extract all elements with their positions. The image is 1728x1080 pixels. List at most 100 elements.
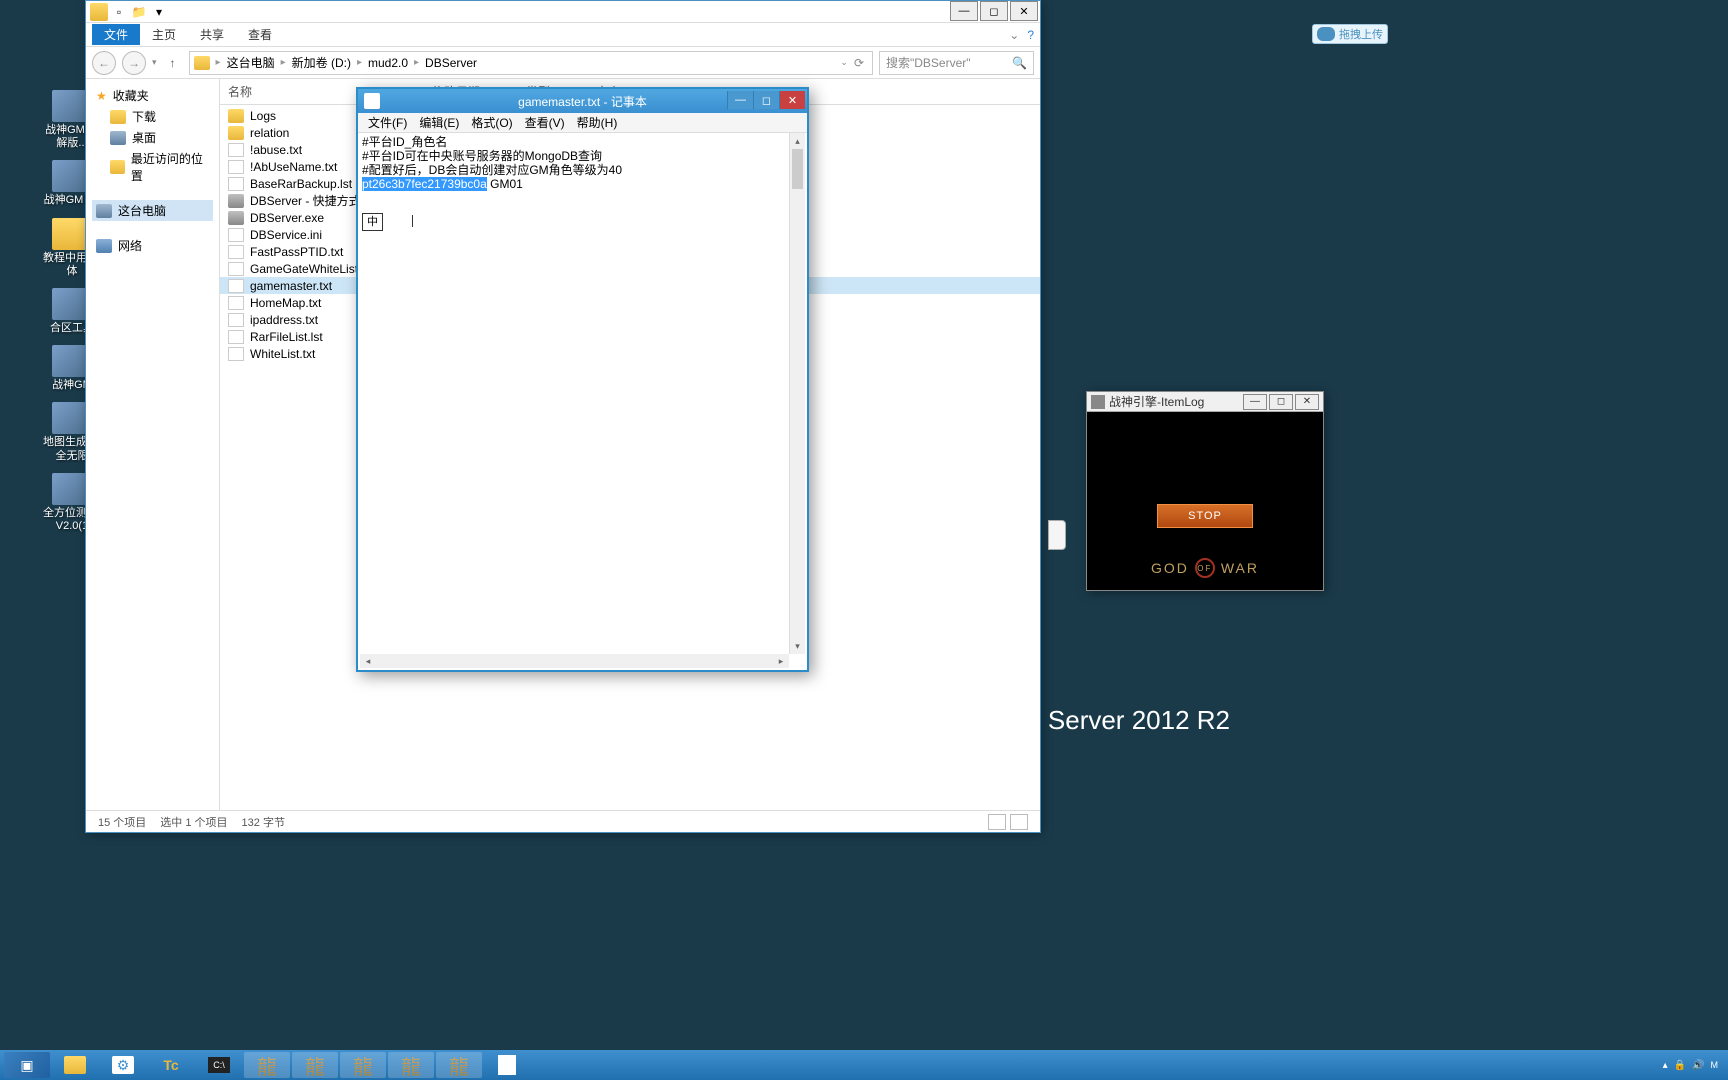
upload-widget[interactable]: 拖拽上传 — [1312, 24, 1388, 44]
sidebar-label: 收藏夹 — [113, 87, 149, 104]
view-details-icon[interactable] — [988, 814, 1006, 830]
menu-format[interactable]: 格式(O) — [465, 114, 518, 131]
notepad-titlebar[interactable]: gamemaster.txt - 记事本 — ◻ ✕ — [358, 89, 807, 113]
minimize-button[interactable]: — — [727, 91, 753, 109]
properties-icon[interactable]: ▫ — [110, 3, 128, 21]
stop-button[interactable]: STOP — [1157, 504, 1253, 528]
scrollbar-thumb[interactable] — [792, 149, 803, 189]
breadcrumb-sep[interactable]: ▸ — [357, 57, 362, 68]
sidebar-label: 最近访问的位置 — [131, 150, 209, 184]
start-button[interactable]: ▣ — [4, 1052, 50, 1078]
taskbar-dragon-app[interactable]: 龍 — [340, 1052, 386, 1078]
slide-handle[interactable] — [1048, 520, 1066, 550]
nav-up-button[interactable]: ↑ — [163, 53, 183, 73]
taskbar-app[interactable]: Tc — [148, 1052, 194, 1078]
breadcrumb-sep[interactable]: ▸ — [216, 57, 221, 68]
refresh-icon[interactable]: ⟳ — [850, 56, 868, 70]
close-button[interactable]: ✕ — [779, 91, 805, 109]
sidebar-favorites[interactable]: ★ 收藏夹 — [92, 85, 213, 106]
nav-back-button[interactable]: ← — [92, 51, 116, 75]
vertical-scrollbar[interactable]: ▴ ▾ — [789, 133, 805, 654]
itemlog-titlebar[interactable]: 战神引擎-ItemLog — ◻ ✕ — [1087, 392, 1323, 412]
sidebar-network[interactable]: 网络 — [92, 235, 213, 256]
taskbar-dragon-app[interactable]: 龍 — [292, 1052, 338, 1078]
maximize-button[interactable]: ◻ — [980, 1, 1008, 21]
view-tiles-icon[interactable] — [1010, 814, 1028, 830]
search-input[interactable]: 搜索"DBServer" 🔍 — [879, 51, 1034, 75]
taskbar-app[interactable]: ⚙ — [100, 1052, 146, 1078]
notepad-textarea[interactable]: #平台ID_角色名 #平台ID可在中央账号服务器的MongoDB查询 #配置好后… — [358, 133, 807, 654]
selected-text: pt26c3b7fec21739bc0a — [362, 177, 487, 191]
scroll-left-icon[interactable]: ◂ — [360, 654, 376, 668]
sidebar-label: 下载 — [132, 108, 156, 125]
file-name: ipaddress.txt — [250, 313, 318, 327]
folder-icon — [228, 109, 244, 123]
taskbar-dragon-app[interactable]: 龍 — [244, 1052, 290, 1078]
status-size: 132 字节 — [242, 814, 285, 830]
breadcrumb-sep[interactable]: ▸ — [281, 57, 286, 68]
tray-icon[interactable]: 🔒 — [1674, 1060, 1686, 1071]
close-button[interactable]: ✕ — [1295, 394, 1319, 410]
star-icon: ★ — [96, 89, 107, 103]
close-button[interactable]: ✕ — [1010, 1, 1038, 21]
file-name: WhiteList.txt — [250, 347, 315, 361]
scroll-down-icon[interactable]: ▾ — [790, 638, 805, 654]
breadcrumb-item[interactable]: mud2.0 — [364, 56, 412, 70]
breadcrumb-sep[interactable]: ▸ — [414, 57, 419, 68]
sidebar-label: 这台电脑 — [118, 202, 166, 219]
ribbon-tab-share[interactable]: 共享 — [188, 24, 236, 45]
nav-history-dropdown[interactable]: ▾ — [152, 57, 157, 68]
breadcrumb[interactable]: ▸ 这台电脑 ▸ 新加卷 (D:) ▸ mud2.0 ▸ DBServer ⌄ … — [189, 51, 873, 75]
cloud-icon — [1317, 27, 1335, 41]
scroll-up-icon[interactable]: ▴ — [790, 133, 805, 149]
file-name: FastPassPTID.txt — [250, 245, 343, 259]
maximize-button[interactable]: ◻ — [753, 91, 779, 109]
search-placeholder: 搜索"DBServer" — [886, 54, 971, 71]
breadcrumb-item[interactable]: 这台电脑 — [223, 54, 279, 71]
menu-edit[interactable]: 编辑(E) — [413, 114, 465, 131]
menu-view[interactable]: 查看(V) — [519, 114, 571, 131]
sidebar-downloads[interactable]: 下载 — [92, 106, 213, 127]
menu-help[interactable]: 帮助(H) — [571, 114, 624, 131]
breadcrumb-dropdown[interactable]: ⌄ — [840, 57, 848, 68]
minimize-button[interactable]: — — [950, 1, 978, 21]
ribbon-tab-home[interactable]: 主页 — [140, 24, 188, 45]
sidebar-desktop[interactable]: 桌面 — [92, 127, 213, 148]
brand-left: GOD — [1151, 560, 1189, 576]
sidebar-recent[interactable]: 最近访问的位置 — [92, 148, 213, 186]
notepad-title: gamemaster.txt - 记事本 — [518, 93, 647, 110]
folder-icon — [228, 126, 244, 140]
status-count: 15 个项目 — [98, 814, 146, 830]
breadcrumb-item[interactable]: 新加卷 (D:) — [288, 54, 355, 71]
ribbon-expand-icon[interactable]: ⌄ — [1009, 28, 1019, 42]
dropdown-icon[interactable]: ▾ — [150, 3, 168, 21]
tray-lang[interactable]: M — [1711, 1060, 1719, 1070]
new-folder-icon[interactable]: 📁 — [130, 3, 148, 21]
file-name: DBServer.exe — [250, 211, 324, 225]
explorer-titlebar[interactable]: ▫ 📁 ▾ — ◻ ✕ — [86, 1, 1040, 23]
text-line: #配置好后，DB会自动创建对应GM角色等级为40 — [362, 163, 803, 177]
sidebar-computer[interactable]: 这台电脑 — [92, 200, 213, 221]
minimize-button[interactable]: — — [1243, 394, 1267, 410]
tray-icon[interactable]: ▴ — [1663, 1060, 1668, 1071]
txt-icon — [228, 262, 244, 276]
taskbar-dragon-app[interactable]: 龍 — [388, 1052, 434, 1078]
sidebar-label: 桌面 — [132, 129, 156, 146]
scroll-right-icon[interactable]: ▸ — [773, 654, 789, 668]
itemlog-title-text: 战神引擎-ItemLog — [1109, 393, 1204, 410]
ribbon-tab-view[interactable]: 查看 — [236, 24, 284, 45]
breadcrumb-item[interactable]: DBServer — [421, 56, 481, 70]
menu-file[interactable]: 文件(F) — [362, 114, 413, 131]
ribbon-tab-file[interactable]: 文件 — [92, 24, 140, 45]
taskbar-cmd[interactable]: C:\ — [196, 1052, 242, 1078]
taskbar-explorer[interactable] — [52, 1052, 98, 1078]
notepad-menubar: 文件(F) 编辑(E) 格式(O) 查看(V) 帮助(H) — [358, 113, 807, 133]
help-icon[interactable]: ? — [1027, 28, 1034, 42]
horizontal-scrollbar[interactable]: ◂ ▸ — [360, 654, 789, 668]
system-tray[interactable]: ▴ 🔒 🔊 M — [1663, 1060, 1724, 1071]
nav-forward-button[interactable]: → — [122, 51, 146, 75]
tray-icon[interactable]: 🔊 — [1692, 1060, 1704, 1071]
taskbar-dragon-app[interactable]: 龍 — [436, 1052, 482, 1078]
maximize-button[interactable]: ◻ — [1269, 394, 1293, 410]
taskbar-notepad[interactable] — [484, 1052, 530, 1078]
